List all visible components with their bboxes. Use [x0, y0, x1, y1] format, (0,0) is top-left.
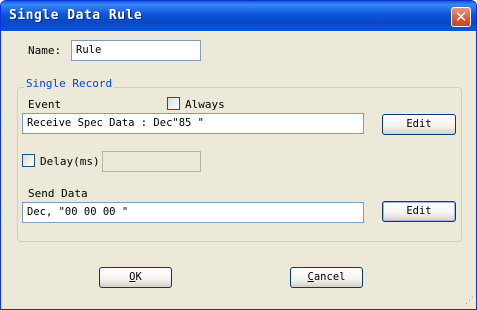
window-title: Single Data Rule	[9, 8, 143, 23]
close-button[interactable]: ✕	[451, 7, 471, 27]
always-checkbox[interactable]	[167, 97, 180, 110]
title-bar[interactable]: Single Data Rule ✕	[1, 1, 476, 31]
event-label: Event	[28, 98, 62, 111]
event-edit-button[interactable]: Edit	[382, 114, 456, 135]
delay-label[interactable]: Delay(ms)	[40, 155, 100, 168]
delay-input[interactable]	[102, 151, 201, 172]
ok-label-rest: K	[135, 271, 142, 283]
cancel-button[interactable]: Cancel	[290, 267, 363, 288]
name-input[interactable]: Rule	[71, 40, 201, 61]
send-data-input[interactable]: Dec, "00 00 00 "	[22, 202, 364, 223]
close-icon: ✕	[454, 8, 468, 26]
resize-grip-icon[interactable]: ⋰	[462, 295, 474, 307]
cancel-label-rest: ancel	[313, 271, 346, 283]
ok-button[interactable]: OK	[99, 267, 172, 288]
group-title: Single Record	[24, 77, 115, 90]
dialog-window: Single Data Rule ✕ Name: Rule Single Rec…	[0, 0, 477, 310]
send-data-label: Send Data	[28, 187, 88, 200]
always-label[interactable]: Always	[185, 98, 225, 111]
name-label: Name:	[28, 44, 62, 57]
event-input[interactable]: Receive Spec Data : Dec"85 "	[22, 113, 364, 134]
send-edit-button[interactable]: Edit	[382, 201, 456, 222]
delay-checkbox[interactable]	[22, 154, 35, 167]
